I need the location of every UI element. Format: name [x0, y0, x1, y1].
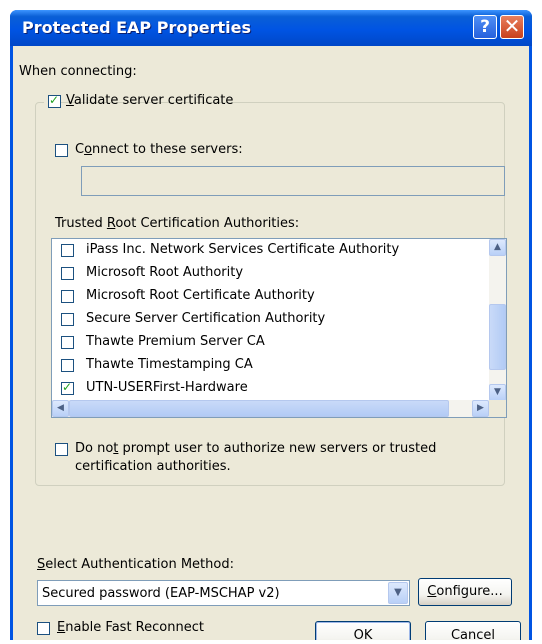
dialog-window: Protected EAP Properties ? ✕ When connec… — [10, 10, 532, 640]
horizontal-scroll-thumb[interactable] — [69, 400, 449, 417]
dialog-body: When connecting: Validate server certifi… — [13, 46, 529, 640]
list-item-label: UTN-USERFirst-Hardware — [86, 380, 248, 395]
list-item-checkbox[interactable] — [61, 380, 74, 395]
do-not-prompt-label-line2: certification authorities. — [75, 459, 231, 474]
chevron-down-icon[interactable]: ▼ — [388, 582, 408, 604]
scrollbar-corner — [489, 400, 506, 417]
list-item-checkbox[interactable] — [61, 290, 74, 303]
configure-label-rest: onfigure... — [436, 584, 503, 599]
trusted-root-list[interactable]: iPass Inc. Network Services Certificate … — [51, 238, 507, 418]
list-item-label: Secure Server Certification Authority — [86, 311, 326, 326]
fast-reconnect-checkbox[interactable] — [37, 622, 50, 635]
configure-button[interactable]: Configure... — [418, 578, 512, 606]
connect-servers-label-rest: nnect to these servers: — [92, 142, 243, 157]
help-button[interactable]: ? — [473, 15, 497, 39]
connect-servers-label: Connect to these servers: — [75, 142, 243, 157]
list-item[interactable]: Microsoft Root Authority — [52, 262, 482, 285]
validate-cert-label: Validate server certificate — [66, 93, 234, 108]
connect-servers-checkbox[interactable] — [55, 144, 68, 157]
list-item-checkbox[interactable] — [61, 313, 74, 326]
ok-button[interactable]: OK — [315, 621, 411, 640]
auth-method-label: Select Authentication Method: — [37, 557, 234, 572]
trusted-root-label-rest: oot Certification Authorities: — [115, 216, 300, 231]
list-item[interactable]: Thawte Timestamping CA — [52, 354, 482, 377]
do-not-prompt-checkbox[interactable] — [55, 443, 68, 456]
vertical-scrollbar[interactable]: ▲ ▼ — [489, 239, 506, 401]
horizontal-scrollbar[interactable]: ◀ ▶ — [52, 400, 489, 417]
trusted-root-label: Trusted Root Certification Authorities: — [55, 216, 300, 231]
cancel-button[interactable]: Cancel — [425, 621, 521, 640]
scroll-left-arrow-icon[interactable]: ◀ — [52, 400, 69, 417]
list-item[interactable]: Microsoft Root Certificate Authority — [52, 285, 482, 308]
list-item-checkbox[interactable] — [61, 336, 74, 349]
vertical-scroll-thumb[interactable] — [489, 304, 506, 370]
list-item-checkbox[interactable] — [61, 267, 74, 280]
do-not-prompt-label: Do not prompt user to authorize new serv… — [75, 441, 437, 456]
scroll-up-arrow-icon[interactable]: ▲ — [489, 239, 506, 256]
list-item[interactable]: Secure Server Certification Authority — [52, 308, 482, 331]
list-item-checkbox[interactable] — [61, 244, 74, 257]
title-bar: Protected EAP Properties ? ✕ — [10, 10, 532, 46]
auth-method-value: Secured password (EAP-MSCHAP v2) — [42, 586, 280, 601]
fast-reconnect-label-rest: nable Fast Reconnect — [65, 620, 204, 635]
window-title: Protected EAP Properties — [22, 18, 252, 37]
list-item-label: Microsoft Root Authority — [86, 265, 244, 280]
list-item-label: Microsoft Root Certificate Authority — [86, 288, 315, 303]
do-not-prompt-label-rest: prompt user to authorize new servers or … — [118, 441, 437, 456]
list-item[interactable]: Thawte Premium Server CA — [52, 331, 482, 354]
validate-cert-checkbox[interactable] — [48, 93, 61, 108]
list-item[interactable]: UTN-USERFirst-Hardware — [52, 377, 482, 400]
list-item-checkbox[interactable] — [61, 359, 74, 372]
when-connecting-label: When connecting: — [19, 64, 137, 79]
servers-input[interactable] — [81, 166, 505, 196]
validate-cert-row[interactable]: Validate server certificate — [44, 92, 233, 112]
auth-method-select[interactable]: Secured password (EAP-MSCHAP v2) ▼ — [37, 580, 410, 606]
scroll-right-arrow-icon[interactable]: ▶ — [472, 400, 489, 417]
validate-cert-label-rest: alidate server certificate — [73, 93, 234, 108]
list-item-label: Thawte Timestamping CA — [86, 357, 253, 372]
list-item-label: iPass Inc. Network Services Certificate … — [86, 242, 400, 257]
close-button[interactable]: ✕ — [500, 15, 524, 39]
list-item[interactable]: iPass Inc. Network Services Certificate … — [52, 239, 482, 262]
scroll-down-arrow-icon[interactable]: ▼ — [489, 384, 506, 401]
list-item-label: Thawte Premium Server CA — [86, 334, 265, 349]
auth-method-label-rest: elect Authentication Method: — [45, 557, 234, 572]
fast-reconnect-label: Enable Fast Reconnect — [57, 620, 204, 635]
